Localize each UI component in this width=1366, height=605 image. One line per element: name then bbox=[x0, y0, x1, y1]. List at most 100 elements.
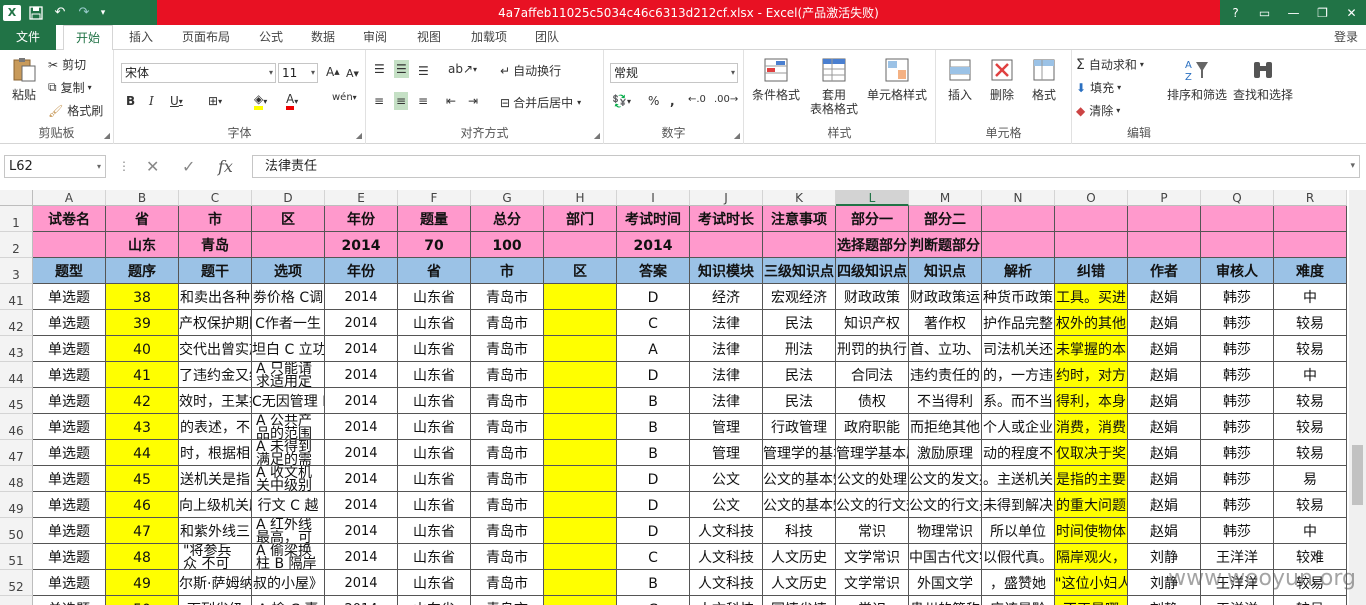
cell-p49[interactable]: 赵娟 bbox=[1128, 492, 1201, 518]
cell-l43[interactable]: 刑罚的执行 bbox=[836, 336, 909, 362]
cell-l2[interactable]: 选择题部分 bbox=[836, 232, 909, 258]
cell-b43[interactable]: 40 bbox=[106, 336, 179, 362]
cell-j48[interactable]: 公文 bbox=[690, 466, 763, 492]
cell-q41[interactable]: 韩莎 bbox=[1201, 284, 1274, 310]
cell-p50[interactable]: 赵娟 bbox=[1128, 518, 1201, 544]
column-header-k[interactable]: K bbox=[763, 190, 836, 206]
cell-g3[interactable]: 市 bbox=[471, 258, 544, 284]
column-header-g[interactable]: G bbox=[471, 190, 544, 206]
cell-c41[interactable]: 和卖出各种 bbox=[179, 284, 252, 310]
cell-h3[interactable]: 区 bbox=[544, 258, 617, 284]
cell-h52[interactable] bbox=[544, 570, 617, 596]
vertical-scrollbar[interactable] bbox=[1349, 190, 1366, 605]
row-header-49[interactable]: 49 bbox=[0, 492, 33, 518]
cell-j49[interactable]: 公文 bbox=[690, 492, 763, 518]
cell-i51[interactable]: C bbox=[617, 544, 690, 570]
login-link[interactable]: 登录 bbox=[1334, 25, 1358, 50]
orientation-icon[interactable]: ab↗ ▾ bbox=[448, 62, 477, 76]
cell-o50[interactable]: 时间使物体 bbox=[1055, 518, 1128, 544]
cell-b47[interactable]: 44 bbox=[106, 440, 179, 466]
cell-q43[interactable]: 韩莎 bbox=[1201, 336, 1274, 362]
cell-p48[interactable]: 赵娟 bbox=[1128, 466, 1201, 492]
conditional-format-button[interactable]: 条件格式 bbox=[750, 56, 802, 102]
cell-b50[interactable]: 47 bbox=[106, 518, 179, 544]
cell-r3[interactable]: 难度 bbox=[1274, 258, 1347, 284]
cell-c46[interactable]: 的表述，不 bbox=[179, 414, 252, 440]
cell-o47[interactable]: 仅取决于奖 bbox=[1055, 440, 1128, 466]
launcher-icon[interactable]: ◢ bbox=[104, 131, 110, 140]
cell-b51[interactable]: 48 bbox=[106, 544, 179, 570]
cell-l47[interactable]: 管理学基本原 bbox=[836, 440, 909, 466]
cell-n2[interactable] bbox=[982, 232, 1055, 258]
cell-e50[interactable]: 2014 bbox=[325, 518, 398, 544]
cell-d45[interactable]: C无因管理 I bbox=[252, 388, 325, 414]
cell-d46[interactable]: A 公共产 品的范围 bbox=[252, 414, 325, 440]
find-select-button[interactable]: 查找和选择 bbox=[1230, 56, 1296, 102]
format-as-table-button[interactable]: 套用 表格格式 bbox=[806, 56, 862, 116]
cell-d1[interactable]: 区 bbox=[252, 206, 325, 232]
cell-i52[interactable]: B bbox=[617, 570, 690, 596]
cell-r44[interactable]: 中 bbox=[1274, 362, 1347, 388]
cell-h2[interactable] bbox=[544, 232, 617, 258]
align-left-icon[interactable]: ≡ bbox=[374, 94, 384, 108]
underline-icon[interactable]: U ▾ bbox=[170, 94, 183, 108]
scroll-thumb[interactable] bbox=[1352, 445, 1363, 505]
cell-h41[interactable] bbox=[544, 284, 617, 310]
cell-r43[interactable]: 较易 bbox=[1274, 336, 1347, 362]
cell-f3[interactable]: 省 bbox=[398, 258, 471, 284]
tab-addins[interactable]: 加载项 bbox=[459, 25, 519, 50]
font-color-icon[interactable]: A ▾ bbox=[286, 92, 298, 110]
cell-b42[interactable]: 39 bbox=[106, 310, 179, 336]
cell-e41[interactable]: 2014 bbox=[325, 284, 398, 310]
delete-cells-button[interactable]: 删除 bbox=[982, 56, 1022, 102]
cell-r46[interactable]: 较易 bbox=[1274, 414, 1347, 440]
cell-l52[interactable]: 文学常识 bbox=[836, 570, 909, 596]
phonetic-icon[interactable]: wén ▾ bbox=[332, 92, 357, 103]
copy-button[interactable]: ⧉ 复制 ▾ bbox=[48, 79, 92, 96]
cell-p42[interactable]: 赵娟 bbox=[1128, 310, 1201, 336]
cell-f49[interactable]: 山东省 bbox=[398, 492, 471, 518]
cell-a1[interactable]: 试卷名 bbox=[33, 206, 106, 232]
cell-h45[interactable] bbox=[544, 388, 617, 414]
align-bottom-icon[interactable]: ☰ bbox=[418, 64, 429, 78]
cell-c49[interactable]: 向上级机关所 bbox=[179, 492, 252, 518]
percent-icon[interactable]: % bbox=[648, 94, 659, 108]
cell-l45[interactable]: 债权 bbox=[836, 388, 909, 414]
cell-o3[interactable]: 纠错 bbox=[1055, 258, 1128, 284]
cell-m44[interactable]: 违约责任的 bbox=[909, 362, 982, 388]
cell-l49[interactable]: 公文的行文规 bbox=[836, 492, 909, 518]
cell-q44[interactable]: 韩莎 bbox=[1201, 362, 1274, 388]
tab-review[interactable]: 审阅 bbox=[352, 25, 398, 50]
cell-d2[interactable] bbox=[252, 232, 325, 258]
cell-i43[interactable]: A bbox=[617, 336, 690, 362]
cell-m43[interactable]: 首、立功、 bbox=[909, 336, 982, 362]
column-header-a[interactable]: A bbox=[33, 190, 106, 206]
cell-a41[interactable]: 单选题 bbox=[33, 284, 106, 310]
cell-o44[interactable]: 约时，对方 bbox=[1055, 362, 1128, 388]
cell-g42[interactable]: 青岛市 bbox=[471, 310, 544, 336]
cell-m48[interactable]: 公文的发文办 bbox=[909, 466, 982, 492]
name-box[interactable]: L62 ▾ bbox=[4, 155, 106, 178]
cell-d49[interactable]: 行文 C 越 bbox=[252, 492, 325, 518]
cell-l1[interactable]: 部分一 bbox=[836, 206, 909, 232]
cell-f48[interactable]: 山东省 bbox=[398, 466, 471, 492]
cell-o2[interactable] bbox=[1055, 232, 1128, 258]
row-header-52[interactable]: 52 bbox=[0, 570, 33, 596]
help-button[interactable]: ? bbox=[1221, 0, 1250, 25]
cell-q45[interactable]: 韩莎 bbox=[1201, 388, 1274, 414]
cell-d50[interactable]: A 红外线 最高，可 bbox=[252, 518, 325, 544]
cell-h48[interactable] bbox=[544, 466, 617, 492]
cell-m49[interactable]: 公文的行文关 bbox=[909, 492, 982, 518]
cell-l42[interactable]: 知识产权 bbox=[836, 310, 909, 336]
cell-f45[interactable]: 山东省 bbox=[398, 388, 471, 414]
tab-team[interactable]: 团队 bbox=[524, 25, 570, 50]
cell-c53[interactable]: 下列省级 bbox=[179, 596, 252, 605]
cell-i1[interactable]: 考试时间 bbox=[617, 206, 690, 232]
ribbon-display-icon[interactable]: ▭ bbox=[1250, 0, 1279, 25]
cell-o53[interactable]: 不正是哪 bbox=[1055, 596, 1128, 605]
cell-a44[interactable]: 单选题 bbox=[33, 362, 106, 388]
tab-formulas[interactable]: 公式 bbox=[248, 25, 294, 50]
close-icon[interactable]: ✕ bbox=[1337, 0, 1366, 25]
cell-g1[interactable]: 总分 bbox=[471, 206, 544, 232]
cell-a48[interactable]: 单选题 bbox=[33, 466, 106, 492]
